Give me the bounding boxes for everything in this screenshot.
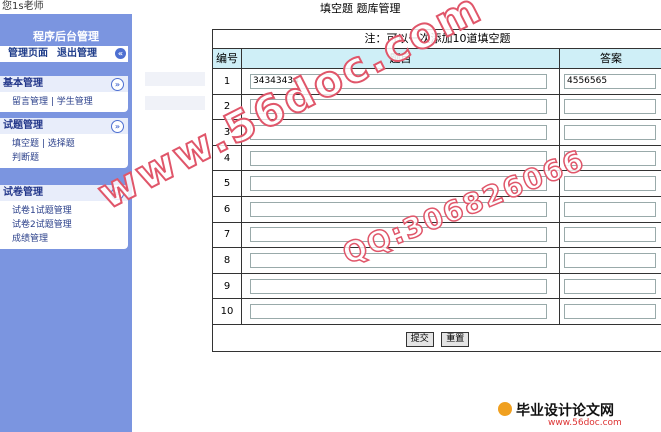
sidebar-item-messages[interactable]: 留言管理 [12,97,48,107]
answer-input[interactable] [564,99,656,115]
admin-page-link[interactable]: 管理页面 [8,46,48,62]
answer-cell [560,120,661,145]
logo-icon [498,402,512,416]
question-input[interactable] [250,304,547,320]
sidebar-item-fill-blank[interactable]: 填空题 [12,139,39,149]
panel-basic-title: 基本管理 [3,78,43,89]
panel-questions: 试题管理 » 填空题 | 选择题 判断题 [0,118,128,168]
chevron-down-icon[interactable]: » [111,120,124,133]
answer-input[interactable] [564,227,656,243]
answer-cell [560,197,661,222]
ghost-block [145,72,205,86]
reset-button[interactable]: 重置 [441,332,470,347]
answer-cell [560,299,661,324]
chevron-down-icon[interactable]: » [111,78,124,91]
question-cell [242,145,560,171]
table-row: 10 [213,299,661,325]
row-number: 6 [213,196,242,222]
logout-link[interactable]: 退出管理 [57,46,97,62]
sidebar-item-paper1[interactable]: 试卷1试题管理 [12,206,72,216]
row-number: 5 [213,171,242,196]
answer-input[interactable] [564,201,656,217]
question-cell [242,299,560,324]
row-number: 1 [213,69,242,94]
row-number: 7 [213,222,242,248]
question-cell [242,248,560,273]
table-row: 9 [213,273,661,300]
answer-cell [560,223,661,248]
answer-input[interactable] [564,304,656,320]
answer-cell [560,248,661,273]
answer-input[interactable] [564,278,656,294]
panel-basic: 基本管理 » 留言管理 | 学生管理 [0,76,128,112]
form-buttons: 提交 重置 [213,331,661,347]
logo-text: 毕业设计论文网 [516,403,614,419]
question-input[interactable] [250,278,547,294]
question-input[interactable] [250,124,547,140]
sidebar-item-scores[interactable]: 成绩管理 [12,234,48,244]
ghost-block [145,96,205,110]
answer-cell [560,69,661,94]
logo-url: www.56doc.com [548,418,622,428]
page-title: 填空题 题库管理 [320,2,401,15]
sidebar-item-choice[interactable]: 选择题 [48,139,75,149]
question-input[interactable] [250,252,547,268]
current-user: 您1s老师 [0,0,134,14]
top-links: 管理页面 退出管理 « [0,46,128,62]
answer-cell [560,274,661,299]
table-row: 4 [213,145,661,172]
answer-input[interactable] [564,73,656,89]
answer-input[interactable] [564,124,656,140]
col-answer-header: 答案 [600,52,622,65]
sidebar-item-students[interactable]: 学生管理 [57,97,93,107]
row-number: 8 [213,248,242,273]
row-number: 10 [213,299,242,324]
panel-questions-title: 试题管理 [3,120,43,131]
panel-papers-title: 试卷管理 [3,187,43,198]
question-input[interactable] [250,150,547,166]
answer-input[interactable] [564,252,656,268]
submit-button[interactable]: 提交 [405,332,434,347]
col-num-header: 编号 [213,49,242,68]
collapse-icon[interactable]: « [115,48,126,59]
question-cell [242,273,560,299]
answer-cell [560,95,661,120]
panel-questions-head[interactable]: 试题管理 » [0,118,128,134]
row-number: 9 [213,273,242,299]
sidebar-item-paper2[interactable]: 试卷2试题管理 [12,220,72,230]
table-row: 8 [213,248,661,274]
sidebar-item-judge[interactable]: 判断题 [12,153,39,163]
table-row: 5 [213,171,661,197]
admin-title: 程序后台管理 [33,30,99,43]
panel-basic-head[interactable]: 基本管理 » [0,76,128,92]
